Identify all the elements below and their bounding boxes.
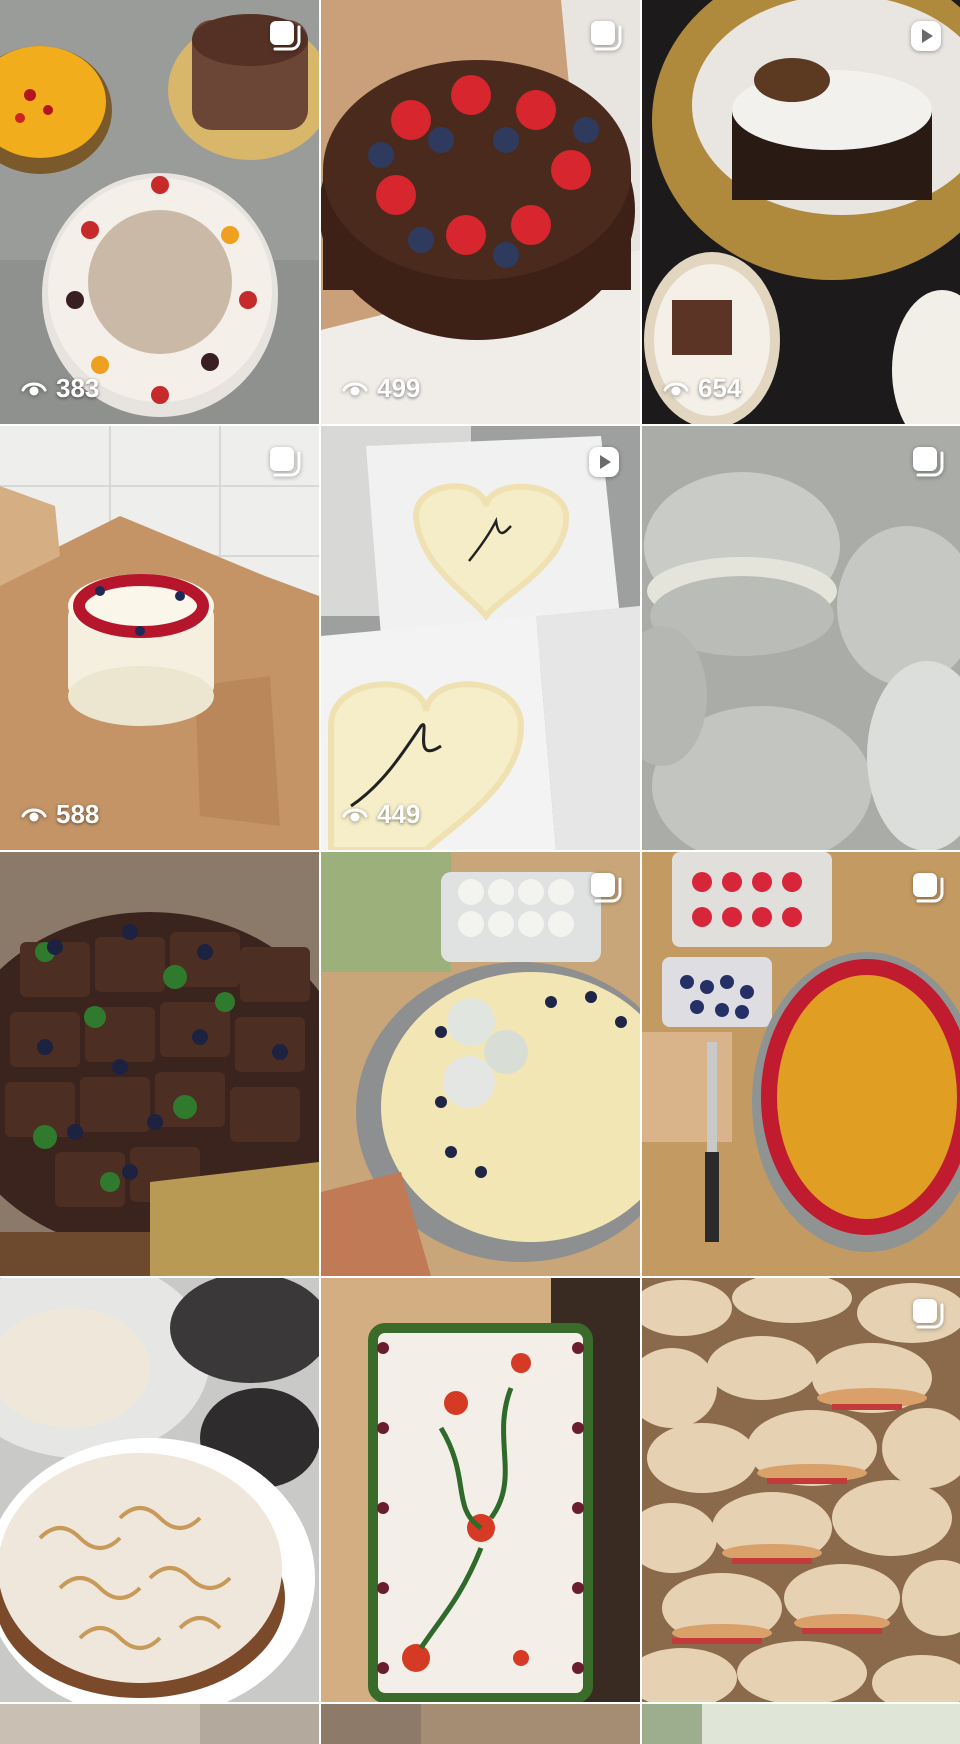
carousel-icon [906, 1294, 946, 1334]
view-count-value: 499 [377, 373, 421, 403]
post-photo [321, 0, 640, 424]
tile-floral-sheet-cake[interactable] [321, 1278, 640, 1702]
tile-mango-berry-cake[interactable] [642, 852, 960, 1276]
reel-icon [906, 16, 946, 56]
post-photo [642, 426, 960, 850]
carousel-icon [906, 868, 946, 908]
view-count: 449 [341, 799, 420, 830]
eye-icon [20, 375, 48, 403]
view-count-value: 654 [698, 373, 742, 403]
tile-brownies-blueberries[interactable] [0, 852, 319, 1276]
post-photo [642, 852, 960, 1276]
post-photo [321, 426, 640, 850]
post-photo [321, 852, 640, 1276]
carousel-icon [263, 16, 303, 56]
tile-berry-cake-in-box[interactable]: 588 [0, 426, 319, 850]
post-photo [0, 852, 319, 1276]
tile-chocolate-strawberry-cake[interactable]: 499 [321, 0, 640, 424]
reel-icon [584, 442, 624, 482]
eye-icon [662, 375, 690, 403]
view-count: 654 [662, 373, 741, 404]
carousel-icon [263, 442, 303, 482]
post-photo [0, 1704, 319, 1744]
view-count: 588 [20, 799, 99, 830]
tile-partial-2[interactable] [321, 1704, 640, 1744]
eye-icon [341, 801, 369, 829]
tile-meringue-chocolate-cake[interactable]: 654 [642, 0, 960, 424]
view-count-value: 588 [56, 799, 100, 829]
tile-love-heart-cakes[interactable]: 449 [321, 426, 640, 850]
eye-icon [341, 375, 369, 403]
post-photo [642, 1278, 960, 1702]
tile-lemon-meringue-pie[interactable] [0, 1278, 319, 1702]
post-photo [642, 0, 960, 424]
post-photo [642, 1704, 960, 1744]
view-count-value: 449 [377, 799, 421, 829]
tile-partial-3[interactable] [642, 1704, 960, 1744]
tile-partial-1[interactable] [0, 1704, 319, 1744]
tile-macarons[interactable] [642, 426, 960, 850]
view-count: 499 [341, 373, 420, 404]
post-photo [0, 1278, 319, 1702]
carousel-icon [906, 442, 946, 482]
view-count-value: 383 [56, 373, 100, 403]
tile-macaron-cheesecake[interactable] [321, 852, 640, 1276]
post-photo [321, 1704, 640, 1744]
post-photo [321, 1278, 640, 1702]
tile-croissants[interactable] [642, 1278, 960, 1702]
view-count: 383 [20, 373, 99, 404]
post-photo [0, 0, 319, 424]
tile-cakes-overview[interactable]: 383 [0, 0, 319, 424]
eye-icon [20, 801, 48, 829]
carousel-icon [584, 16, 624, 56]
profile-grid: 383 499 654 588 449 [0, 0, 960, 1744]
carousel-icon [584, 868, 624, 908]
post-photo [0, 426, 319, 850]
